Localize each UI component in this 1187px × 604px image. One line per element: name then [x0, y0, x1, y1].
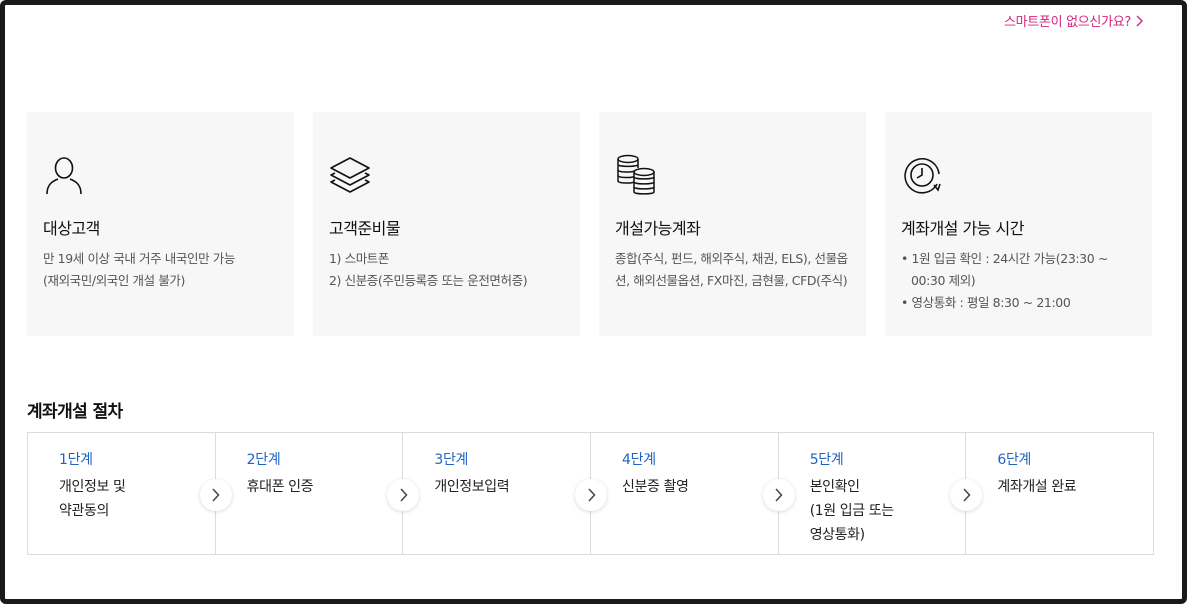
card-available-hours: 계좌개설 가능 시간 • 1원 입금 확인 : 24시간 가능(23:30 ~ …	[885, 112, 1152, 336]
layers-icon	[330, 157, 370, 193]
step-label: 신분증 촬영	[622, 479, 689, 495]
clock-icon	[904, 158, 941, 194]
no-smartphone-link-label: 스마트폰이 없으신가요?	[1003, 15, 1131, 30]
step-next-arrow[interactable]	[199, 479, 232, 511]
chevron-right-icon	[587, 488, 596, 502]
card-bullet-text: 1원 입금 확인 : 24시간 가능(23:30 ~ 00:30 제외)	[911, 251, 1108, 288]
coins-icon	[617, 154, 655, 195]
card-title: 고객준비물	[329, 219, 401, 238]
card-bullet: • 1원 입금 확인 : 24시간 가능(23:30 ~ 00:30 제외)	[901, 251, 1108, 288]
step-next-arrow[interactable]	[575, 479, 608, 511]
card-title: 개설가능계좌	[615, 219, 701, 238]
step-5: 5단계 본인확인 (1원 입금 또는 영상통화)	[779, 433, 983, 554]
step-label: 개인정보입력	[434, 479, 510, 495]
card-title: 계좌개설 가능 시간	[901, 219, 1024, 238]
step-label: 계좌개설 완료	[997, 479, 1077, 495]
procedure-steps: 1단계 개인정보 및 약관동의 2단계 휴대폰 인증 3단계 개인정보입력 4단…	[27, 432, 1154, 555]
step-number: 2단계	[246, 452, 281, 468]
page-frame: 스마트폰이 없으신가요? 대상고객 만 19세 이상 국내 거주 내국인만 가능…	[0, 0, 1187, 604]
card-desc: 만 19세 이상 국내 거주 내국인만 가능 (재외국민/외국인 개설 불가)	[43, 248, 280, 292]
card-title: 대상고객	[43, 219, 100, 238]
step-number: 1단계	[59, 452, 93, 468]
step-number: 5단계	[809, 452, 844, 468]
card-bullet-text: 영상통화 : 평일 8:30 ~ 21:00	[911, 295, 1071, 310]
card-line: 2) 신분증(주민등록증 또는 운전면허증)	[329, 273, 528, 288]
card-available-accounts: 개설가능계좌 종합(주식, 펀드, 해외주식, 채권, ELS), 선물옵션, …	[599, 112, 866, 336]
step-label: 본인확인 (1원 입금 또는 영상통화)	[809, 479, 894, 543]
chevron-right-icon	[400, 488, 408, 502]
info-cards: 대상고객 만 19세 이상 국내 거주 내국인만 가능 (재외국민/외국인 개설…	[27, 112, 1152, 336]
card-required-items: 고객준비물 1) 스마트폰 2) 신분증(주민등록증 또는 운전면허증)	[313, 112, 580, 336]
step-label: 개인정보 및 약관동의	[59, 479, 126, 519]
no-smartphone-link[interactable]: 스마트폰이 없으신가요?	[1004, 11, 1144, 30]
step-1: 1단계 개인정보 및 약관동의	[28, 433, 232, 554]
step-number: 4단계	[622, 452, 656, 468]
step-2: 2단계 휴대폰 인증	[216, 433, 420, 554]
card-line: (재외국민/외국인 개설 불가)	[43, 273, 186, 288]
chevron-right-icon	[963, 488, 971, 502]
step-3: 3단계 개인정보입력	[403, 433, 608, 554]
step-number: 3단계	[434, 452, 469, 468]
chevron-right-icon	[212, 488, 220, 502]
card-desc: 1) 스마트폰 2) 신분증(주민등록증 또는 운전면허증)	[329, 248, 566, 292]
card-line: 종합(주식, 펀드, 해외주식, 채권, ELS), 선물옵션, 해외선물옵션,…	[615, 251, 848, 288]
step-next-arrow[interactable]	[762, 479, 795, 511]
step-4: 4단계 신분증 촬영	[591, 433, 795, 554]
card-target-customer: 대상고객 만 19세 이상 국내 거주 내국인만 가능 (재외국민/외국인 개설…	[27, 112, 294, 336]
step-number: 6단계	[997, 452, 1032, 468]
card-bullet: • 영상통화 : 평일 8:30 ~ 21:00	[901, 295, 1071, 310]
card-desc: 종합(주식, 펀드, 해외주식, 채권, ELS), 선물옵션, 해외선물옵션,…	[615, 248, 852, 292]
person-icon	[46, 157, 82, 195]
card-line: 1) 스마트폰	[329, 251, 390, 266]
step-6: 6단계 계좌개설 완료	[966, 433, 1153, 554]
chevron-right-icon	[1136, 15, 1143, 26]
card-desc: • 1원 입금 확인 : 24시간 가능(23:30 ~ 00:30 제외) •…	[901, 248, 1138, 314]
card-line: 만 19세 이상 국내 거주 내국인만 가능	[43, 251, 235, 266]
step-label: 휴대폰 인증	[246, 479, 314, 495]
chevron-right-icon	[775, 488, 783, 502]
procedure-title: 계좌개설 절차	[27, 402, 123, 422]
